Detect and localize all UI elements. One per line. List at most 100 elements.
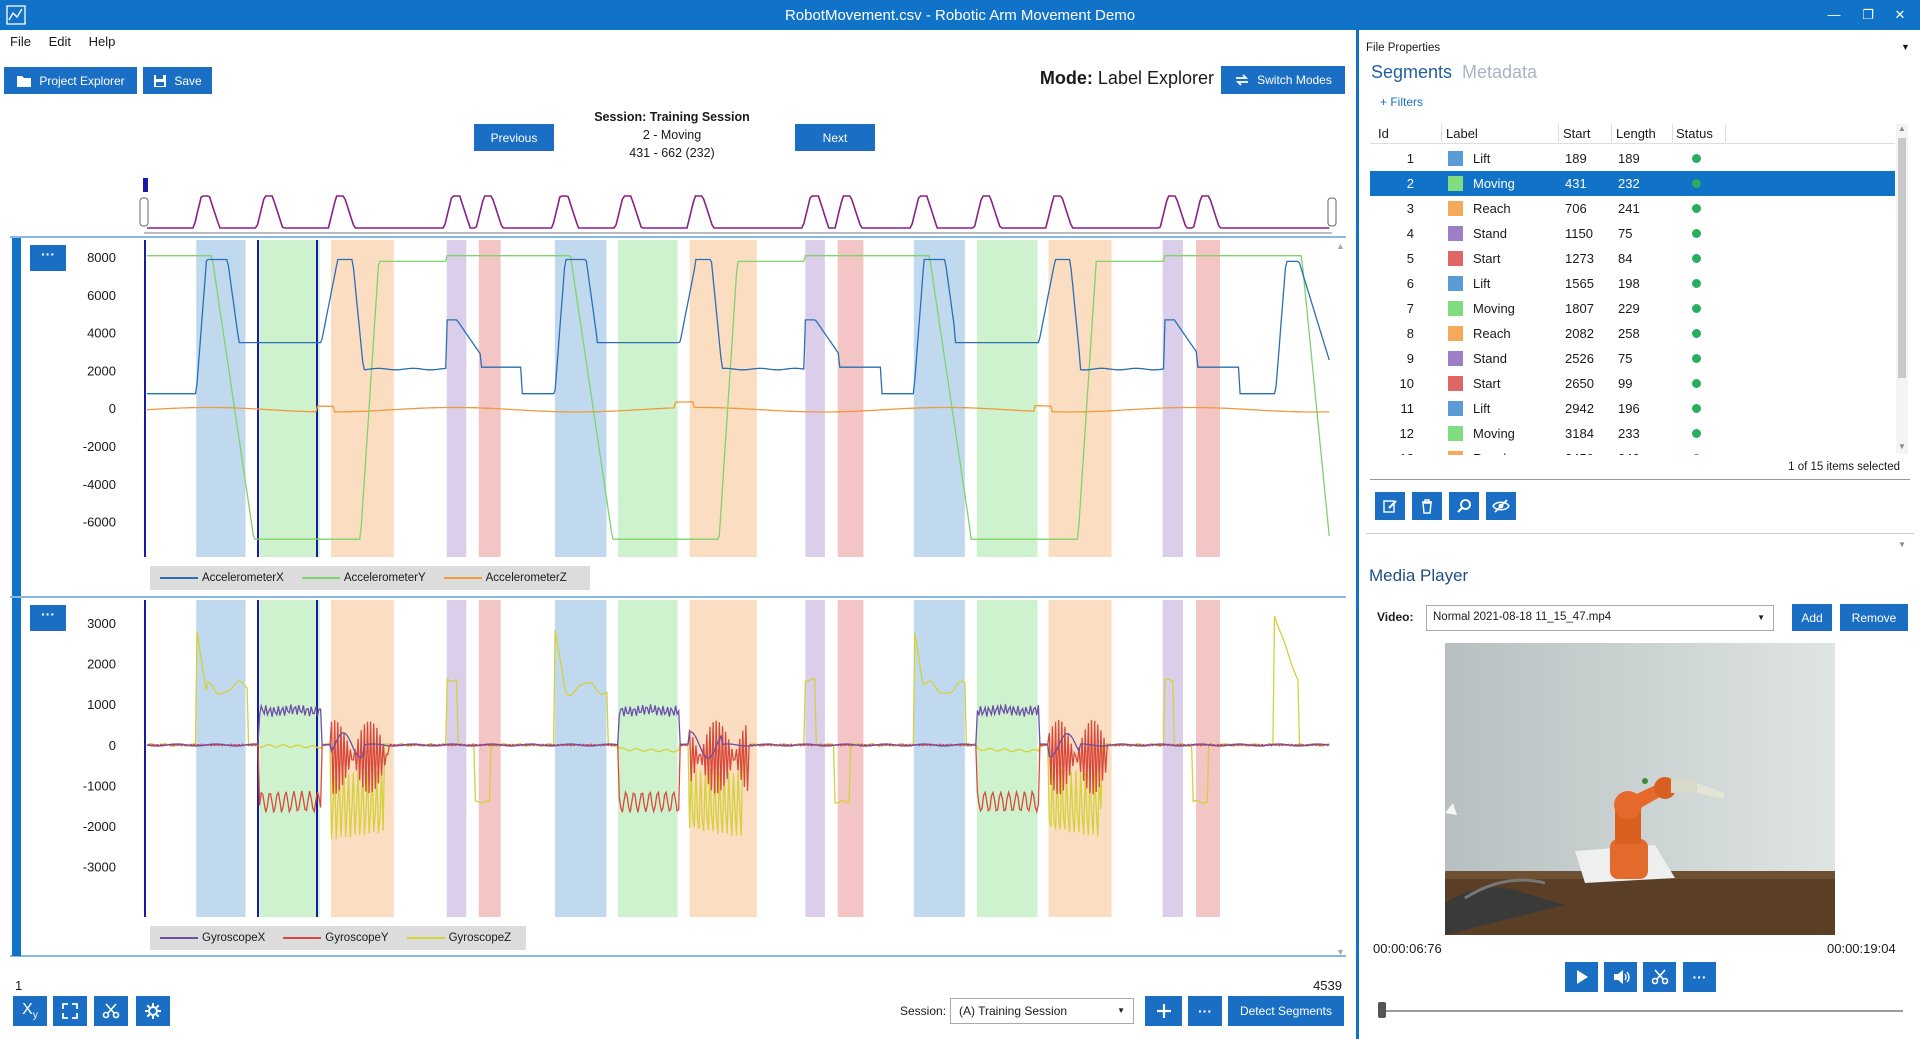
segment-band-moving[interactable] <box>617 240 678 557</box>
file-properties-collapse-icon[interactable]: ▼ <box>1901 42 1910 52</box>
volume-button[interactable] <box>1604 962 1637 992</box>
zoom-segment-button[interactable] <box>1449 492 1479 520</box>
segment-band-start[interactable] <box>478 600 501 917</box>
robot-arm-video-image <box>1445 643 1835 935</box>
table-row[interactable]: 8 Reach 2082 258 <box>1370 321 1895 346</box>
table-row[interactable]: 3 Reach 706 241 <box>1370 196 1895 221</box>
legend-gyro-y[interactable]: GyroscopeY <box>283 932 389 944</box>
row-id: 10 <box>1399 376 1414 391</box>
gyro-menu-button[interactable]: ··· <box>30 605 66 631</box>
segment-band-stand[interactable] <box>805 240 825 557</box>
video-seek-bar[interactable] <box>1378 1002 1903 1018</box>
scroll-up-icon[interactable]: ▲ <box>1898 124 1906 133</box>
segment-band-start[interactable] <box>478 240 501 557</box>
filters-toggle[interactable]: + Filters <box>1380 95 1423 109</box>
status-dot <box>1692 454 1701 455</box>
row-id: 3 <box>1406 201 1414 216</box>
segment-band-stand[interactable] <box>446 600 467 917</box>
accel-menu-button[interactable]: ··· <box>30 245 66 271</box>
segment-band-moving[interactable] <box>259 600 320 917</box>
table-row[interactable]: 1 Lift 189 189 <box>1370 146 1895 171</box>
segment-band-moving[interactable] <box>976 600 1038 917</box>
segment-band-start[interactable] <box>837 240 864 557</box>
table-row[interactable]: 12 Moving 3184 233 <box>1370 421 1895 446</box>
seek-track[interactable] <box>1378 1010 1903 1012</box>
col-id[interactable]: Id <box>1378 126 1389 141</box>
segment-band-stand[interactable] <box>1162 240 1184 557</box>
delete-segment-button[interactable] <box>1412 492 1442 520</box>
segment-band-stand[interactable] <box>805 600 825 917</box>
table-row[interactable]: 9 Stand 2526 75 <box>1370 346 1895 371</box>
settings-button[interactable] <box>136 996 170 1026</box>
legend-accel-z[interactable]: AccelerometerZ <box>443 572 567 584</box>
legend-gyro-x[interactable]: GyroscopeX <box>160 932 265 944</box>
tab-segments[interactable]: Segments <box>1371 62 1452 83</box>
table-row[interactable]: 6 Lift 1565 198 <box>1370 271 1895 296</box>
hide-segment-button[interactable] <box>1486 492 1516 520</box>
restore-button[interactable]: ❐ <box>1856 4 1880 26</box>
pane-divider[interactable] <box>1356 30 1359 1039</box>
col-status[interactable]: Status <box>1676 126 1713 141</box>
label-color-swatch <box>1448 176 1463 191</box>
table-scrollbar[interactable]: ▲ ▼ <box>1896 124 1908 454</box>
segment-band-moving[interactable] <box>976 240 1038 557</box>
overview-right-handle[interactable] <box>1327 197 1337 227</box>
add-session-button[interactable] <box>1145 996 1182 1026</box>
accel-scroll-up-icon[interactable]: ▲ <box>1336 241 1345 251</box>
row-length: 242 <box>1618 451 1640 455</box>
axis-labels-button[interactable]: Xy <box>13 996 47 1026</box>
status-dot <box>1692 379 1701 388</box>
segment-band-lift[interactable] <box>913 600 965 917</box>
session-select[interactable]: (A) Training Session ▼ <box>950 998 1134 1024</box>
table-row[interactable]: 4 Stand 1150 75 <box>1370 221 1895 246</box>
minimize-button[interactable]: — <box>1822 4 1846 26</box>
table-row[interactable]: 11 Lift 2942 196 <box>1370 396 1895 421</box>
segment-band-lift[interactable] <box>196 240 246 557</box>
detect-segments-button[interactable]: Detect Segments <box>1228 996 1344 1026</box>
close-button[interactable]: ✕ <box>1888 4 1912 26</box>
session-more-button[interactable]: ··· <box>1188 996 1222 1026</box>
table-row[interactable]: 5 Start 1273 84 <box>1370 246 1895 271</box>
status-dot <box>1692 354 1701 363</box>
scroll-down-icon[interactable]: ▼ <box>1898 442 1906 451</box>
fit-view-button[interactable] <box>53 996 87 1026</box>
cut-button[interactable] <box>94 996 128 1026</box>
segment-band-moving[interactable] <box>617 600 678 917</box>
overview-left-handle[interactable] <box>139 197 149 227</box>
chart-area[interactable]: 8000 6000 4000 2000 0 -2000 -4000 -6000 3000 200… <box>0 0 1356 1000</box>
segment-band-moving[interactable] <box>259 240 320 557</box>
video-cut-button[interactable] <box>1643 962 1676 992</box>
video-frame[interactable] <box>1445 643 1835 935</box>
segment-band-stand[interactable] <box>446 240 467 557</box>
video-more-button[interactable]: ··· <box>1683 962 1716 992</box>
status-dot <box>1692 404 1701 413</box>
overview-strip[interactable] <box>139 178 1337 234</box>
remove-video-button[interactable]: Remove <box>1840 604 1908 631</box>
edit-segment-button[interactable] <box>1375 492 1405 520</box>
video-select[interactable]: Normal 2021-08-18 11_15_47.mp4 ▼ <box>1426 605 1774 631</box>
legend-accel-y[interactable]: AccelerometerY <box>301 572 426 584</box>
media-collapse-icon[interactable]: ▼ <box>1898 540 1906 549</box>
segment-band-lift[interactable] <box>196 600 246 917</box>
seek-knob[interactable] <box>1378 1002 1386 1018</box>
play-button[interactable] <box>1565 962 1598 992</box>
segment-band-stand[interactable] <box>1162 600 1184 917</box>
tab-metadata[interactable]: Metadata <box>1462 62 1537 83</box>
segment-band-start[interactable] <box>1196 240 1221 557</box>
legend-accel-x[interactable]: AccelerometerX <box>160 572 284 584</box>
add-video-button[interactable]: Add <box>1792 604 1832 631</box>
table-row[interactable]: 10 Start 2650 99 <box>1370 371 1895 396</box>
col-start[interactable]: Start <box>1563 126 1590 141</box>
time-total: 00:00:19:04 <box>1827 941 1896 956</box>
accel-legend: AccelerometerX AccelerometerY Accelerome… <box>150 566 590 590</box>
table-scroll-thumb[interactable] <box>1898 138 1906 378</box>
segment-band-lift[interactable] <box>554 600 607 917</box>
gyro-scroll-down-icon[interactable]: ▼ <box>1336 947 1345 957</box>
col-label[interactable]: Label <box>1446 126 1478 141</box>
table-row[interactable]: 2 Moving 431 232 <box>1370 171 1895 196</box>
table-row[interactable]: 7 Moving 1807 229 <box>1370 296 1895 321</box>
segment-band-reach[interactable] <box>689 240 757 557</box>
table-row[interactable]: 13 Reach 3459 242 <box>1370 446 1895 455</box>
col-length[interactable]: Length <box>1616 126 1656 141</box>
legend-gyro-z[interactable]: GyroscopeZ <box>406 932 511 944</box>
